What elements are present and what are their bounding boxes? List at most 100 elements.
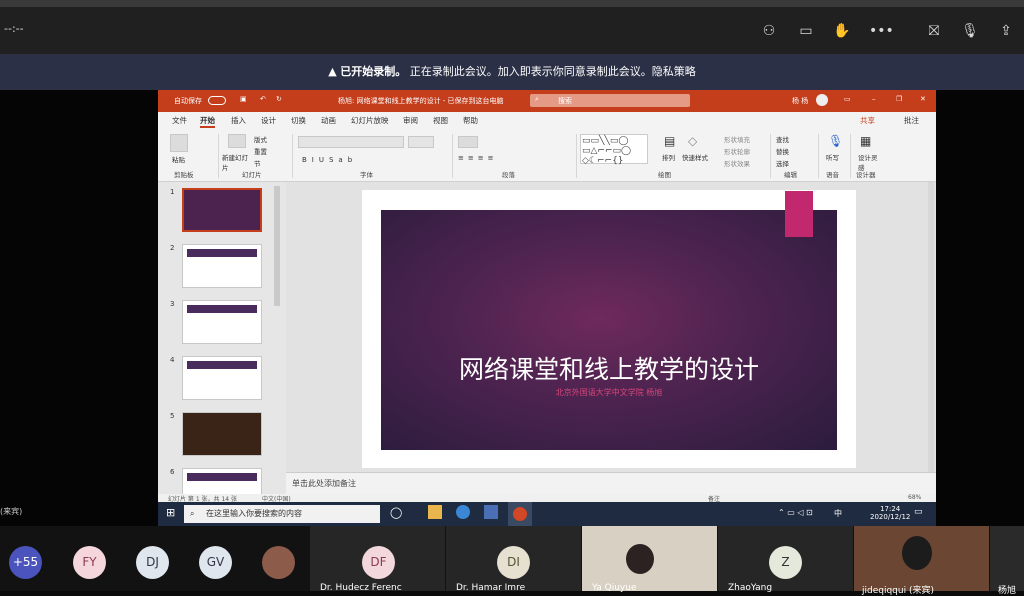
chat-icon[interactable]: ▭ xyxy=(797,22,815,40)
slide-subtitle[interactable]: 北京外国语大学中文学院 杨旭 xyxy=(381,387,837,398)
slide-thumbnail-5[interactable] xyxy=(182,412,262,456)
search-placeholder: 搜索 xyxy=(558,97,572,105)
language-status[interactable]: 中文(中国) xyxy=(262,494,291,502)
tab-home[interactable]: 开始 xyxy=(200,115,215,128)
ppt-search-box[interactable]: ⌕ 搜索 xyxy=(530,94,690,107)
avatar: Z xyxy=(769,546,802,579)
more-options-icon[interactable]: ••• xyxy=(869,22,894,40)
close-icon[interactable]: ✕ xyxy=(920,95,926,103)
slide-title[interactable]: 网络课堂和线上教学的设计 xyxy=(381,350,837,386)
font-format-icons[interactable]: BIUSab xyxy=(302,156,357,164)
shape-effects-button[interactable]: 形状效果 xyxy=(724,158,750,168)
save-icon[interactable]: ▣ xyxy=(240,95,247,103)
thumbnails-scrollbar[interactable] xyxy=(274,186,280,306)
avatar[interactable]: GV xyxy=(199,546,232,579)
powerpoint-taskbar-button[interactable] xyxy=(508,502,532,526)
avatar[interactable] xyxy=(816,94,828,106)
shapes-gallery[interactable]: ▭▭╲╲▭◯ ▭△⌐⌐▭◯ ◇☾⌐⌐{} xyxy=(580,134,648,166)
slide-thumbnail-3[interactable] xyxy=(182,300,262,344)
share-button[interactable]: 共享 xyxy=(860,115,875,126)
clock-date: 2020/12/12 xyxy=(870,513,911,521)
autosave-toggle[interactable] xyxy=(208,96,226,105)
participants-icon[interactable]: ⚇ xyxy=(760,22,778,40)
section-button[interactable]: 节 xyxy=(254,158,261,168)
tab-transitions[interactable]: 切换 xyxy=(291,115,306,126)
layout-button[interactable]: 版式 xyxy=(254,134,267,144)
find-button[interactable]: 查找 xyxy=(776,134,789,144)
group-paragraph: 段落 xyxy=(502,171,515,179)
browser-icon[interactable] xyxy=(456,505,470,519)
restore-icon[interactable]: ❐ xyxy=(896,95,902,103)
slide-thumbnail-4[interactable] xyxy=(182,356,262,400)
tab-review[interactable]: 审阅 xyxy=(403,115,418,126)
autosave-label: 自动保存 xyxy=(174,97,202,105)
font-size-select[interactable] xyxy=(408,136,434,148)
recording-message[interactable]: 正在录制此会议。加入即表示你同意录制此会议。隐私策略 xyxy=(410,65,696,78)
tab-design[interactable]: 设计 xyxy=(261,115,276,126)
task-view-icon[interactable]: ◯ xyxy=(390,506,402,519)
editor-scrollbar[interactable] xyxy=(928,182,934,472)
tab-animations[interactable]: 动画 xyxy=(321,115,336,126)
paste-button[interactable] xyxy=(170,134,188,152)
participant-video-tile[interactable] xyxy=(854,526,989,591)
quick-styles-icon[interactable]: ◇ xyxy=(688,134,697,148)
replace-button[interactable]: 替换 xyxy=(776,146,789,156)
avatar[interactable]: FY xyxy=(73,546,106,579)
group-editing: 编辑 xyxy=(784,171,797,179)
mic-icon[interactable]: 🎙 xyxy=(961,22,979,40)
slide-number: 5 xyxy=(170,412,175,420)
slide-number: 6 xyxy=(170,468,175,476)
notes-toggle[interactable]: 备注 xyxy=(708,494,720,502)
new-slide-button[interactable] xyxy=(228,134,246,148)
file-explorer-icon[interactable] xyxy=(428,505,442,519)
notifications-icon[interactable]: ▭ xyxy=(914,507,923,517)
slide-number: 4 xyxy=(170,356,175,364)
shape-outline-button[interactable]: 形状轮廓 xyxy=(724,146,750,156)
windows-start-icon[interactable]: ⊞ xyxy=(166,506,175,519)
participant-name: Ya Qiuyue xyxy=(592,583,637,593)
minimize-icon[interactable]: – xyxy=(872,95,876,103)
designer-icon[interactable]: ▦ xyxy=(860,134,871,148)
participant-video-tile[interactable] xyxy=(582,526,717,591)
taskbar-clock[interactable]: 17:24 2020/12/12 xyxy=(870,505,910,521)
slide-thumbnail-2[interactable] xyxy=(182,244,262,288)
reset-button[interactable]: 重置 xyxy=(254,146,267,156)
dictate-icon[interactable]: 🎙 xyxy=(828,134,843,148)
group-clipboard: 剪贴板 xyxy=(174,171,194,179)
select-button[interactable]: 选择 xyxy=(776,158,789,168)
user-name: 杨 杨 xyxy=(792,97,809,105)
tab-view[interactable]: 视图 xyxy=(433,115,448,126)
slide-number: 2 xyxy=(170,244,175,252)
arrange-icon[interactable]: ▤ xyxy=(664,134,675,148)
overflow-participants-avatar[interactable]: +55 xyxy=(9,546,42,579)
participant-name: 杨旭 xyxy=(998,586,1017,596)
tab-file[interactable]: 文件 xyxy=(172,115,187,126)
undo-icon[interactable]: ↶ xyxy=(260,95,266,103)
avatar[interactable] xyxy=(262,546,295,579)
raise-hand-icon[interactable]: ✋ xyxy=(833,22,851,40)
participant-tile[interactable] xyxy=(990,526,1024,591)
current-slide[interactable] xyxy=(381,210,837,450)
tab-insert[interactable]: 插入 xyxy=(231,115,246,126)
notes-pane[interactable]: 单击此处添加备注 xyxy=(286,472,936,494)
bullets-button[interactable] xyxy=(458,136,478,148)
tab-slideshow[interactable]: 幻灯片放映 xyxy=(351,115,389,126)
align-icons[interactable]: ≡≡≡≡ xyxy=(458,154,497,162)
taskbar-search[interactable]: ⌕ 在这里输入你要搜索的内容 xyxy=(184,505,380,523)
share-tray-icon[interactable]: ⇪ xyxy=(997,22,1015,40)
tab-help[interactable]: 帮助 xyxy=(463,115,478,126)
camera-off-icon[interactable]: ⛝ xyxy=(925,22,943,40)
avatar[interactable]: DJ xyxy=(136,546,169,579)
system-tray-icons[interactable]: ⌃ ▭ ◁ ⊡ xyxy=(778,508,813,517)
participant-name: ZhaoYang xyxy=(728,583,773,593)
ribbon-display-icon[interactable]: ▭ xyxy=(844,95,851,103)
zoom-level[interactable]: 68% xyxy=(908,494,921,501)
font-family-select[interactable] xyxy=(298,136,404,148)
slide-thumbnail-1[interactable] xyxy=(182,188,262,232)
redo-icon[interactable]: ↻ xyxy=(276,95,282,103)
shape-fill-button[interactable]: 形状填充 xyxy=(724,134,750,144)
app-icon[interactable] xyxy=(484,505,498,519)
ime-indicator[interactable]: 中 xyxy=(834,508,842,519)
recording-title: 已开始录制。 xyxy=(340,65,407,78)
comments-button[interactable]: 批注 xyxy=(904,115,919,126)
